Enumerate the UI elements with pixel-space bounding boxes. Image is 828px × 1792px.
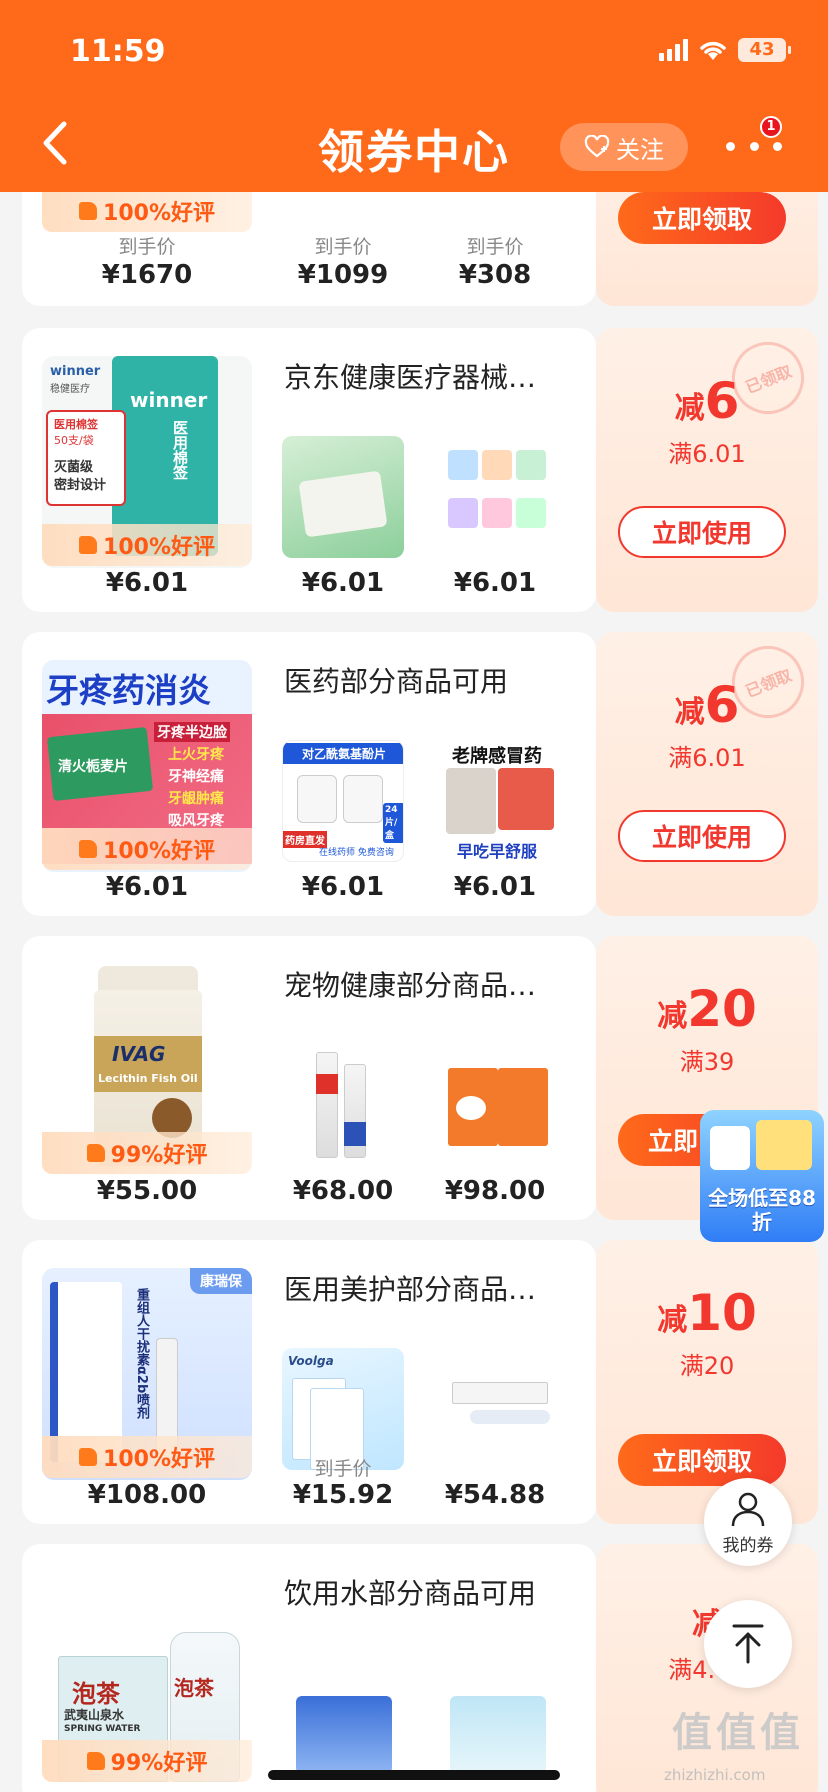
product-price: ¥6.01 <box>453 872 537 902</box>
product-image[interactable] <box>282 1044 404 1166</box>
coupon-condition: 满6.01 <box>668 744 746 772</box>
product-image[interactable]: Voolga <box>282 1348 404 1470</box>
claim-coupon-button[interactable]: 立即领取 <box>618 1434 786 1486</box>
product-price: ¥108.00 <box>87 1480 207 1510</box>
praise-badge: 99%好评 <box>42 1740 252 1782</box>
coupon-amount: 减6 <box>674 372 740 430</box>
praise-badge: 100%好评 <box>42 828 252 870</box>
product-image[interactable]: 对乙酰氨基酚片 24片/盒 药房直发 在线药师 免费咨询 <box>282 740 404 862</box>
price-label: 到手价 <box>466 236 524 258</box>
praise-badge: 99%好评 <box>42 1132 252 1174</box>
coupon-condition: 满39 <box>679 1048 735 1076</box>
coupon-amount: 减10 <box>657 1284 757 1342</box>
product-price: ¥6.01 <box>301 568 385 598</box>
coupon-panel: 减10 满20 立即领取 <box>596 1240 818 1524</box>
product-price: ¥6.01 <box>453 568 537 598</box>
battery-icon: 43 <box>738 38 791 62</box>
product-image[interactable] <box>436 1348 558 1470</box>
back-to-top-button[interactable] <box>704 1600 792 1688</box>
claim-coupon-button[interactable]: 立即领取 <box>618 192 786 244</box>
heart-plus-icon <box>584 135 610 158</box>
back-button[interactable] <box>36 118 76 168</box>
product-image[interactable]: 老牌感冒药 早吃早舒服 <box>436 740 558 862</box>
store-title: 饮用水部分商品可用 <box>284 1577 537 1610</box>
thumbs-up-icon <box>79 840 98 858</box>
praise-badge: 100%好评 <box>42 1436 252 1478</box>
coupon-panel: 已领取 减6 满6.01 立即使用 <box>596 328 818 612</box>
product-image[interactable] <box>436 1652 558 1774</box>
thumbs-up-icon <box>79 1448 98 1466</box>
home-indicator[interactable] <box>268 1770 560 1780</box>
product-price: ¥68.00 <box>292 1176 394 1206</box>
store-card[interactable]: IVAG Lecithin Fish Oil 99%好评 宠物健康部分商品… ¥… <box>22 936 596 1220</box>
product-price: ¥6.01 <box>105 568 189 598</box>
store-card[interactable]: 泡茶 武夷山泉水 SPRING WATER 泡茶 99%好评 饮用水部分商品可用 <box>22 1544 596 1792</box>
my-coupons-label: 我的券 <box>722 1535 774 1556</box>
message-badge: 1 <box>760 116 782 138</box>
thumbs-up-icon <box>86 1752 105 1770</box>
thumbs-up-icon <box>86 1144 105 1162</box>
more-dot-icon <box>726 141 735 151</box>
top-bar: 11:59 43 领券中心 关注 1 <box>0 0 828 192</box>
status-time: 11:59 <box>70 34 166 69</box>
product-price: ¥1670 <box>101 260 193 290</box>
promo-text: 全场低至88折 <box>708 1186 816 1234</box>
more-dot-icon <box>773 141 782 151</box>
store-title: 医用美护部分商品… <box>284 1273 537 1306</box>
product-price: ¥98.00 <box>444 1176 546 1206</box>
price-label: 到手价 <box>118 236 176 258</box>
coupon-condition: 满20 <box>679 1352 735 1380</box>
product-price: ¥6.01 <box>301 872 385 902</box>
product-image[interactable] <box>436 1044 558 1166</box>
coupon-panel: 已领取 减6 满6.01 立即使用 <box>596 632 818 916</box>
store-title: 京东健康医疗器械… <box>284 361 537 394</box>
product-price: ¥1099 <box>297 260 389 290</box>
follow-button[interactable]: 关注 <box>560 123 688 171</box>
use-coupon-button[interactable]: 立即使用 <box>618 506 786 558</box>
signal-icon <box>659 39 688 61</box>
price-label: 到手价 <box>314 236 372 258</box>
coupon-amount: 减6 <box>674 676 740 734</box>
thumbs-up-icon <box>79 202 98 220</box>
store-title: 医药部分商品可用 <box>284 665 509 698</box>
promo-floating-banner[interactable]: 全场低至88折 <box>700 1110 824 1242</box>
status-icons: 43 <box>659 38 791 62</box>
my-coupons-button[interactable]: 我的券 <box>704 1478 792 1566</box>
page-title: 领券中心 <box>318 125 510 179</box>
price-label: 到手价 <box>314 1458 372 1480</box>
arrow-up-icon <box>732 1624 764 1664</box>
user-icon <box>731 1492 765 1526</box>
product-price: ¥54.88 <box>444 1480 546 1510</box>
store-card[interactable]: winner 稳健医疗 winner 医用棉签 医用棉签 50支/袋 灭菌级 密… <box>22 328 596 612</box>
wifi-icon <box>700 41 726 60</box>
store-title: 宠物健康部分商品… <box>284 969 537 1002</box>
use-coupon-button[interactable]: 立即使用 <box>618 810 786 862</box>
product-image[interactable] <box>282 1652 404 1774</box>
coupon-amount: 减20 <box>657 980 757 1038</box>
more-dot-icon <box>749 141 759 151</box>
product-price: ¥6.01 <box>105 872 189 902</box>
thumbs-up-icon <box>79 536 98 554</box>
watermark-logo: 值值值 <box>672 1710 804 1756</box>
praise-badge: 100%好评 <box>42 524 252 566</box>
product-price: ¥55.00 <box>96 1176 198 1206</box>
product-image[interactable] <box>282 436 404 558</box>
coupon-condition: 满6.01 <box>668 440 746 468</box>
product-image[interactable] <box>436 436 558 558</box>
follow-label: 关注 <box>616 135 664 164</box>
product-price: ¥15.92 <box>292 1480 394 1510</box>
product-price: ¥308 <box>458 260 532 290</box>
store-card[interactable]: 牙疼药消炎 清火栀麦片 牙疼半边脸 上火牙疼 牙神经痛 牙龈肿痛 吸风牙疼 10… <box>22 632 596 916</box>
praise-badge: 100%好评 <box>42 190 252 232</box>
store-card[interactable]: 康瑞保 重组人干扰素α2b喷剂 100%好评 医用美护部分商品… Voolga … <box>22 1240 596 1524</box>
watermark-url: zhizhizhi.com <box>664 1766 766 1784</box>
